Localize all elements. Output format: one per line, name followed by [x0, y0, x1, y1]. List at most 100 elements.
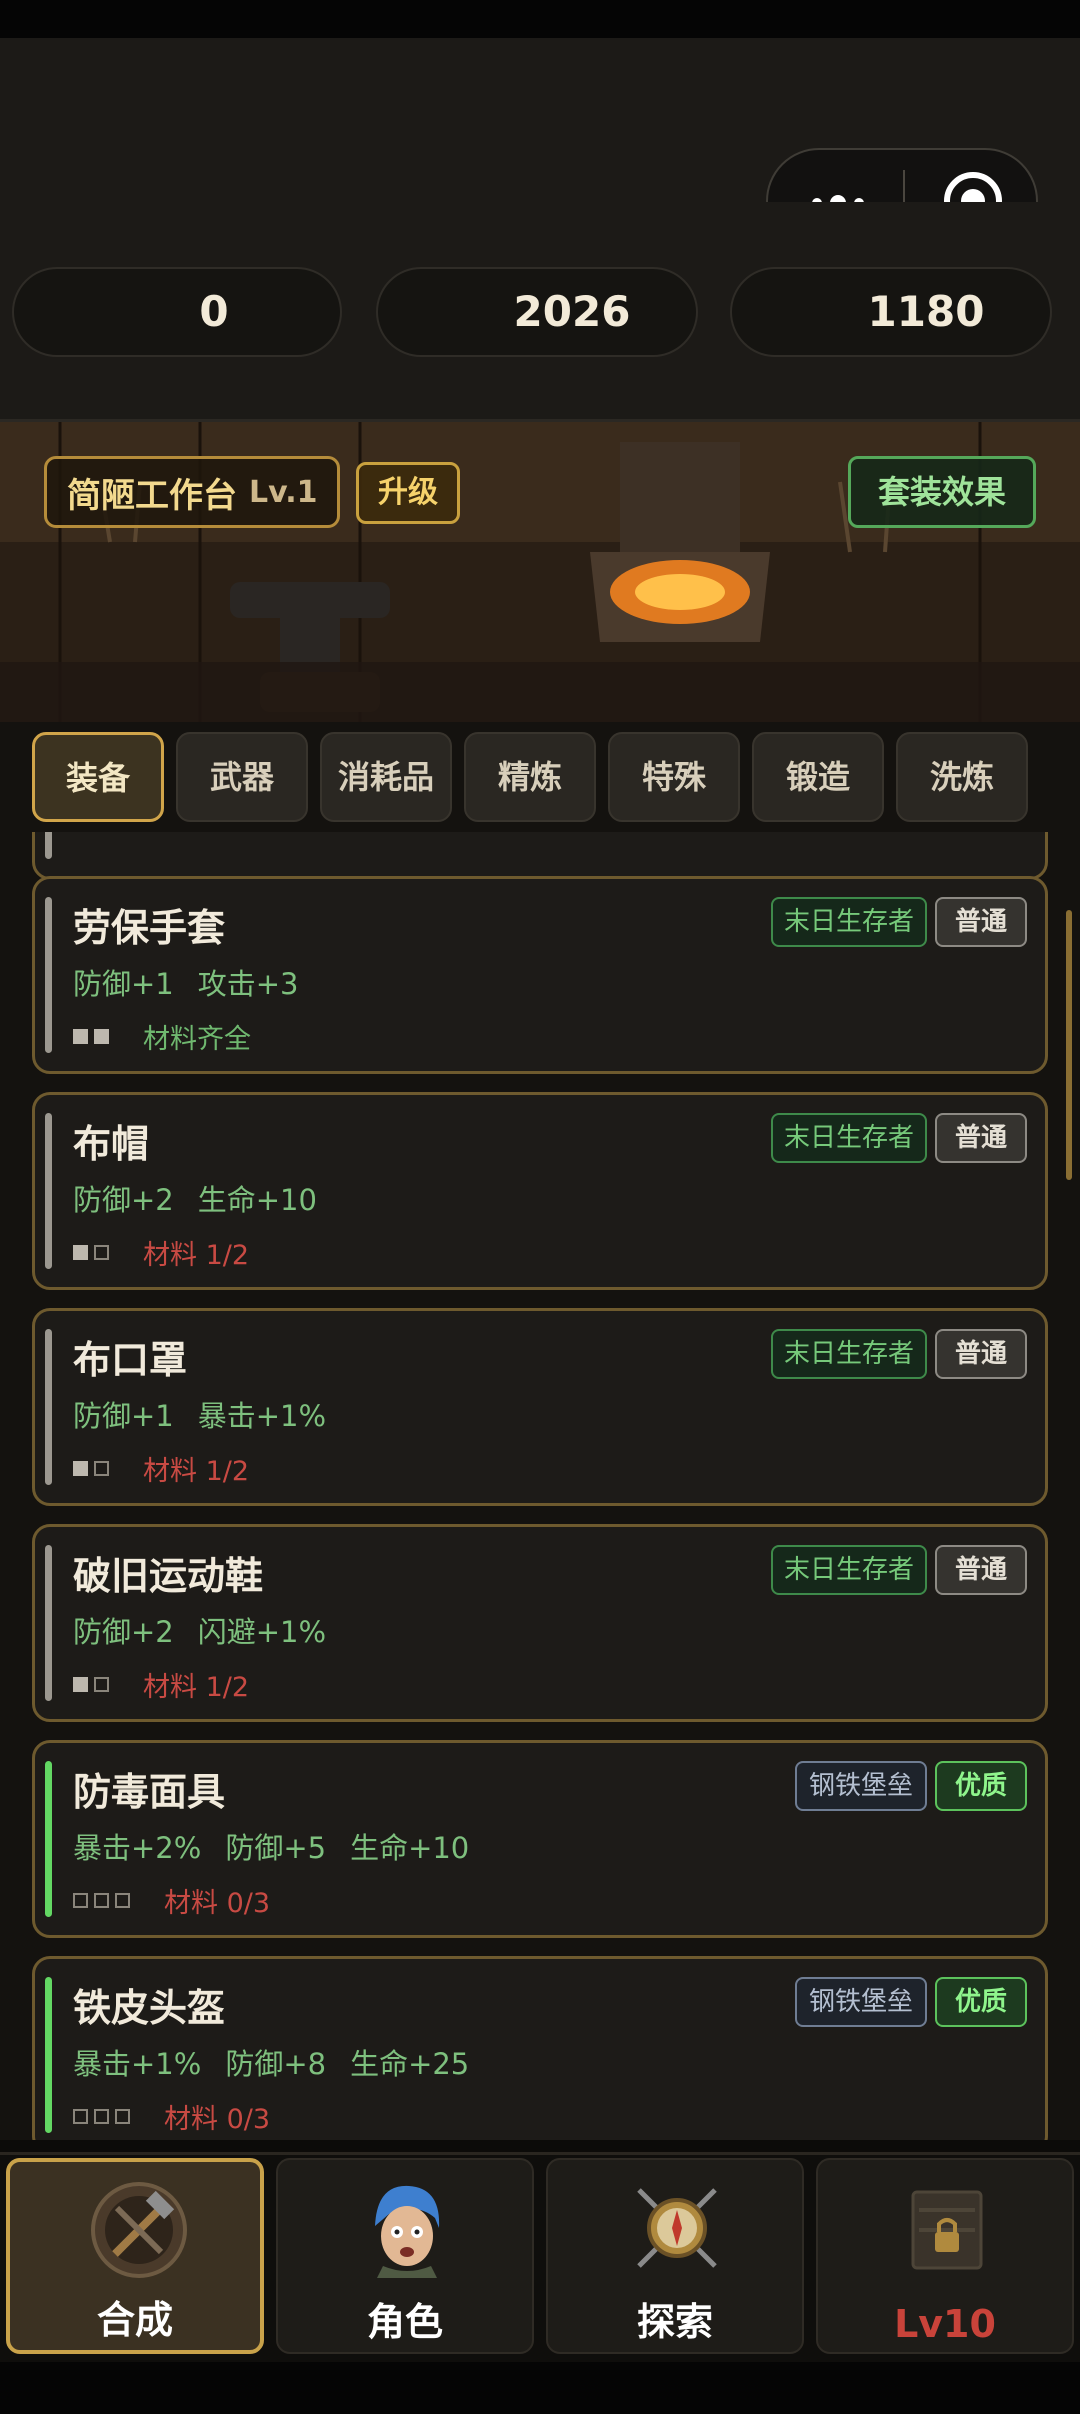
item-stats: 防御+2 生命+10 — [73, 1177, 341, 1219]
list-item[interactable]: 布帽 防御+2 生命+10 材料 1/2 末日生存者 普通 — [32, 1092, 1048, 1290]
status-bar — [0, 0, 1080, 38]
quality-badge: 普通 — [935, 1545, 1027, 1595]
workbench-badge: 简陋工作台 Lv.1 — [44, 456, 340, 528]
system-home-bar — [0, 2362, 1080, 2414]
material-status: 材料 0/3 — [164, 2104, 271, 2135]
material-status: 材料 1/2 — [143, 1240, 250, 1271]
material-slot-filled — [73, 1029, 88, 1044]
list-item[interactable]: 劳保手套 防御+1 攻击+3 材料齐全 末日生存者 普通 — [32, 876, 1048, 1074]
gold-pill[interactable]: 1180 — [730, 267, 1052, 357]
quality-bar — [45, 1761, 52, 1917]
quality-bar — [45, 1113, 52, 1269]
nav-locked-shop[interactable]: Lv10 — [816, 2158, 1074, 2354]
quality-bar — [45, 1977, 52, 2133]
material-row: 材料 0/3 — [73, 1881, 270, 1920]
purple-gem-pill[interactable]: 0 — [12, 267, 342, 357]
nav-label-level: Lv10 — [894, 2302, 996, 2346]
faction-badge: 末日生存者 — [771, 1329, 927, 1379]
quality-bar — [45, 1545, 52, 1701]
item-stat: 生命+10 — [350, 1831, 470, 1865]
item-name: 布帽 — [73, 1122, 150, 1166]
diamond-value: 2026 — [513, 287, 631, 336]
material-row: 材料 0/3 — [73, 2097, 270, 2136]
material-slot-filled — [73, 1245, 88, 1260]
quality-badge: 优质 — [935, 1761, 1027, 1811]
currency-bar: 0 2026 1180 G — [0, 202, 1080, 550]
item-stat: 防御+1 — [73, 1399, 174, 1433]
material-slot-empty — [115, 1893, 130, 1908]
faction-badge: 钢铁堡垒 — [795, 1761, 927, 1811]
material-row: 材料 1/2 — [73, 1665, 249, 1704]
craft-tools-icon — [91, 2182, 187, 2278]
list-item[interactable]: 铁皮头盔 暴击+1% 防御+8 生命+25 材料 0/3 钢铁堡垒 优质 — [32, 1956, 1048, 2140]
material-status: 材料 1/2 — [143, 1672, 250, 1703]
quality-bar — [45, 832, 52, 859]
item-stat: 闪避+1% — [197, 1615, 327, 1649]
item-stat: 暴击+1% — [73, 2047, 202, 2081]
item-stat: 暴击+2% — [73, 1831, 202, 1865]
upgrade-button[interactable]: 升级 — [356, 462, 460, 524]
faction-badge: 末日生存者 — [771, 1113, 927, 1163]
item-stats: 防御+1 攻击+3 — [73, 961, 323, 1003]
item-stat: 防御+2 — [73, 1615, 174, 1649]
list-scrollbar[interactable] — [1066, 910, 1072, 1180]
material-row: 材料 1/2 — [73, 1449, 249, 1488]
tab-consumable[interactable]: 消耗品 — [320, 732, 452, 822]
nav-explore[interactable]: 探索 — [546, 2158, 804, 2354]
list-item[interactable]: 防毒面具 暴击+2% 防御+5 生命+10 材料 0/3 钢铁堡垒 优质 — [32, 1740, 1048, 1938]
material-slot-empty — [94, 1461, 109, 1476]
material-row: 材料齐全 — [73, 1017, 251, 1056]
compass-icon — [637, 2188, 717, 2268]
material-status: 材料 1/2 — [143, 1456, 250, 1487]
item-stat: 生命+25 — [350, 2047, 470, 2081]
material-slot-empty — [73, 1893, 88, 1908]
tab-reroll[interactable]: 洗炼 — [896, 732, 1028, 822]
item-stats: 防御+1 暴击+1% — [73, 1393, 350, 1435]
item-stats: 暴击+1% 防御+8 生命+25 — [73, 2041, 493, 2083]
diamond-pill[interactable]: 2026 — [376, 267, 698, 357]
item-name: 防毒面具 — [73, 1770, 226, 1814]
material-slot-empty — [94, 1677, 109, 1692]
quality-badge: 普通 — [935, 897, 1027, 947]
item-stat: 攻击+3 — [197, 967, 299, 1001]
tab-refine[interactable]: 精炼 — [464, 732, 596, 822]
workbench-name: 简陋工作台 — [67, 475, 237, 516]
item-stats: 暴击+2% 防御+5 生命+10 — [73, 1825, 493, 1867]
character-avatar-icon — [375, 2185, 440, 2278]
nav-label: 角色 — [366, 2300, 443, 2344]
material-slot-filled — [94, 1029, 109, 1044]
gold-value: 1180 — [867, 287, 985, 336]
item-name: 破旧运动鞋 — [73, 1554, 264, 1598]
locked-shop-icon — [911, 2190, 983, 2270]
quality-bar — [45, 1329, 52, 1485]
list-item-partial[interactable] — [32, 832, 1048, 880]
material-slot-filled — [73, 1677, 88, 1692]
material-slot-empty — [94, 2109, 109, 2124]
material-status: 材料 0/3 — [164, 1888, 271, 1919]
tab-special[interactable]: 特殊 — [608, 732, 740, 822]
item-name: 劳保手套 — [73, 906, 226, 950]
quality-badge: 普通 — [935, 1113, 1027, 1163]
item-stat: 防御+8 — [225, 2047, 327, 2081]
item-name: 铁皮头盔 — [73, 1986, 226, 2030]
quality-badge: 普通 — [935, 1329, 1027, 1379]
item-stat: 防御+2 — [73, 1183, 174, 1217]
material-slot-empty — [115, 2109, 130, 2124]
workbench-level: Lv.1 — [249, 474, 318, 510]
set-effect-button[interactable]: 套装效果 — [848, 456, 1036, 528]
material-slot-empty — [94, 1245, 109, 1260]
item-list: 劳保手套 防御+1 攻击+3 材料齐全 末日生存者 普通 布帽 防御+2 生命+10… — [0, 832, 1080, 2140]
list-item[interactable]: 布口罩 防御+1 暴击+1% 材料 1/2 末日生存者 普通 — [32, 1308, 1048, 1506]
item-name: 布口罩 — [73, 1338, 188, 1382]
faction-badge: 末日生存者 — [771, 897, 927, 947]
item-stat: 生命+10 — [197, 1183, 317, 1217]
item-stat: 防御+1 — [73, 967, 174, 1001]
nav-label: 合成 — [96, 2298, 173, 2342]
purple-gem-value: 0 — [199, 287, 229, 336]
nav-character[interactable]: 角色 — [276, 2158, 534, 2354]
nav-craft[interactable]: 合成 — [6, 2158, 264, 2354]
tab-weapon[interactable]: 武器 — [176, 732, 308, 822]
tab-equipment[interactable]: 装备 — [32, 732, 164, 822]
list-item[interactable]: 破旧运动鞋 防御+2 闪避+1% 材料 1/2 末日生存者 普通 — [32, 1524, 1048, 1722]
tab-forge[interactable]: 锻造 — [752, 732, 884, 822]
